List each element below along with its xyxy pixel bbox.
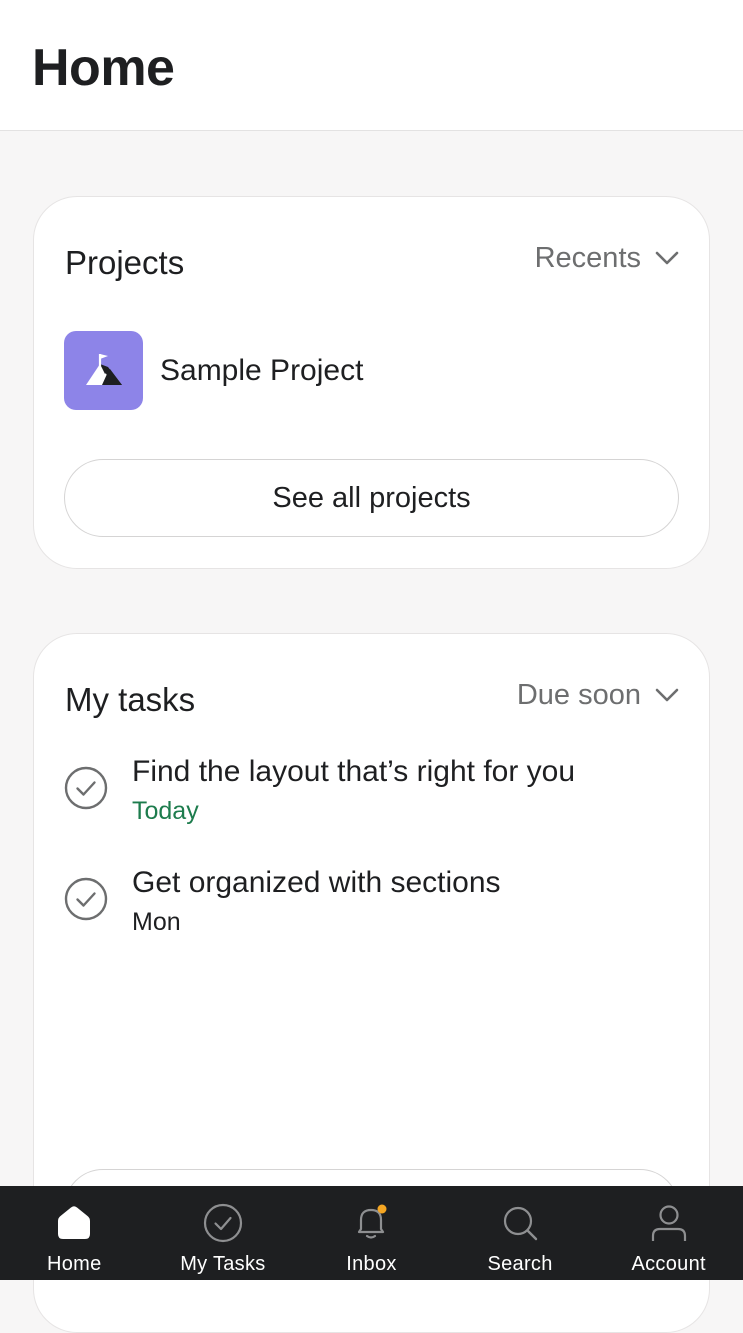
task-text: Find the layout that’s right for you Tod… <box>132 752 575 828</box>
tab-account-label: Account <box>631 1253 706 1275</box>
tab-home[interactable]: Home <box>0 1186 149 1280</box>
projects-title: Projects <box>65 244 185 281</box>
project-item[interactable]: Sample Project <box>64 331 363 410</box>
task-due-date: Today <box>132 797 199 825</box>
see-all-projects-button[interactable]: See all projects <box>64 459 679 537</box>
task-item[interactable]: Get organized with sections Mon <box>64 863 501 939</box>
tab-search[interactable]: Search <box>446 1186 595 1280</box>
app-header: Home <box>0 0 743 131</box>
tasks-filter-label: Due soon <box>516 679 641 711</box>
tab-inbox-label: Inbox <box>346 1253 397 1275</box>
tasks-filter-dropdown[interactable]: Due soon <box>517 676 679 714</box>
task-complete-checkbox-icon[interactable] <box>64 877 108 921</box>
check-circle-icon <box>203 1203 242 1243</box>
bottom-tab-bar: Home My Tasks Inbox Search Account <box>0 1186 743 1280</box>
task-name: Find the layout that’s right for you <box>132 755 576 788</box>
chevron-down-icon <box>655 251 679 265</box>
bell-icon <box>358 1204 387 1239</box>
projects-card: Projects Recents Sample Project See all … <box>33 196 710 569</box>
tab-my-tasks-label: My Tasks <box>180 1253 266 1275</box>
projects-sort-label: Recents <box>534 242 641 274</box>
task-item[interactable]: Find the layout that’s right for you Tod… <box>64 752 575 828</box>
chevron-down-icon <box>655 688 679 702</box>
project-tile <box>64 331 143 410</box>
search-icon <box>503 1206 538 1241</box>
task-name: Get organized with sections <box>132 866 501 899</box>
tab-account[interactable]: Account <box>594 1186 743 1280</box>
projects-sort-dropdown[interactable]: Recents <box>535 239 679 277</box>
mountain-flag-icon <box>85 353 122 385</box>
user-icon <box>651 1205 686 1241</box>
project-name: Sample Project <box>160 353 364 387</box>
notification-dot <box>377 1204 387 1214</box>
my-tasks-title: My tasks <box>65 681 196 718</box>
tab-my-tasks[interactable]: My Tasks <box>149 1186 298 1280</box>
home-icon <box>58 1206 91 1239</box>
tab-search-label: Search <box>487 1253 553 1275</box>
tab-home-label: Home <box>47 1253 102 1275</box>
task-due-date: Mon <box>132 908 181 936</box>
task-text: Get organized with sections Mon <box>132 863 501 939</box>
task-complete-checkbox-icon[interactable] <box>64 766 108 810</box>
page-title: Home <box>32 39 175 97</box>
tab-inbox[interactable]: Inbox <box>297 1186 446 1280</box>
